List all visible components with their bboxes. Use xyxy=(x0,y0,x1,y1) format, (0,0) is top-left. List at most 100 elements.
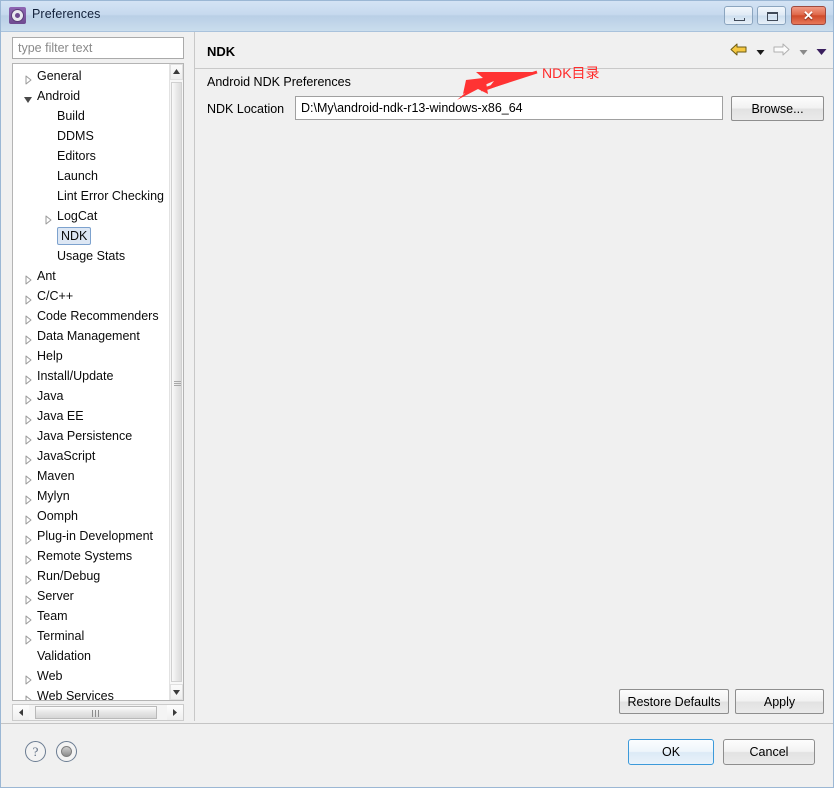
chevron-right-icon[interactable] xyxy=(23,311,33,326)
tree-item-web-services[interactable]: Web Services xyxy=(13,686,171,701)
shell-status-icon[interactable] xyxy=(56,741,77,762)
tree-item-install-update[interactable]: Install/Update xyxy=(13,366,171,386)
tree-item-label: Android xyxy=(37,89,81,103)
tree-item-label: LogCat xyxy=(57,209,98,223)
tree-item-ndk[interactable]: NDK xyxy=(13,226,171,246)
annotation-overlay: NDK目录 xyxy=(195,32,833,721)
tree-item-remote-systems[interactable]: Remote Systems xyxy=(13,546,171,566)
scroll-down-icon[interactable] xyxy=(170,684,183,700)
chevron-right-icon[interactable] xyxy=(23,471,33,486)
minimize-icon xyxy=(734,18,745,21)
cancel-button[interactable]: Cancel xyxy=(723,739,815,765)
chevron-right-icon[interactable] xyxy=(23,591,33,606)
chevron-right-icon[interactable] xyxy=(23,571,33,586)
chevron-right-icon[interactable] xyxy=(23,611,33,626)
tree-item-lint-error-checking[interactable]: Lint Error Checking xyxy=(13,186,171,206)
search-input[interactable] xyxy=(12,37,184,59)
window-title: Preferences xyxy=(32,7,101,21)
chevron-right-icon[interactable] xyxy=(23,531,33,546)
restore-defaults-button[interactable]: Restore Defaults xyxy=(619,689,729,714)
chevron-right-icon[interactable] xyxy=(23,431,33,446)
tree-item-java-persistence[interactable]: Java Persistence xyxy=(13,426,171,446)
chevron-right-icon[interactable] xyxy=(43,211,53,226)
tree-item-c-c[interactable]: C/C++ xyxy=(13,286,171,306)
minimize-button[interactable] xyxy=(724,6,753,25)
ok-button[interactable]: OK xyxy=(628,739,714,765)
tree-item-java-ee[interactable]: Java EE xyxy=(13,406,171,426)
chevron-right-icon[interactable] xyxy=(23,291,33,306)
tree-item-label: Help xyxy=(37,349,63,363)
tree-item-label: Launch xyxy=(57,169,99,183)
chevron-right-icon[interactable] xyxy=(23,71,33,86)
tree-item-maven[interactable]: Maven xyxy=(13,466,171,486)
chevron-right-icon[interactable] xyxy=(23,491,33,506)
scroll-left-icon[interactable] xyxy=(13,705,29,720)
tree-horizontal-scrollbar[interactable] xyxy=(12,704,184,721)
tree-item-terminal[interactable]: Terminal xyxy=(13,626,171,646)
tree-item-java[interactable]: Java xyxy=(13,386,171,406)
tree-vertical-scrollbar[interactable] xyxy=(169,64,183,700)
tree-item-label: Team xyxy=(37,609,68,623)
chevron-right-icon[interactable] xyxy=(23,451,33,466)
tree-item-label: Java xyxy=(37,389,64,403)
chevron-right-icon[interactable] xyxy=(23,671,33,686)
chevron-right-icon[interactable] xyxy=(23,391,33,406)
chevron-down-icon[interactable] xyxy=(23,91,33,106)
tree-item-editors[interactable]: Editors xyxy=(13,146,171,166)
forward-dropdown-icon[interactable] xyxy=(799,43,808,61)
tree-item-build[interactable]: Build xyxy=(13,106,171,126)
chevron-right-icon[interactable] xyxy=(23,411,33,426)
ndk-location-input[interactable] xyxy=(295,96,723,120)
tree-item-mylyn[interactable]: Mylyn xyxy=(13,486,171,506)
tree-item-code-recommenders[interactable]: Code Recommenders xyxy=(13,306,171,326)
tree-item-team[interactable]: Team xyxy=(13,606,171,626)
title-bar: Preferences ✕ xyxy=(1,1,833,32)
chevron-right-icon[interactable] xyxy=(23,351,33,366)
browse-button[interactable]: Browse... xyxy=(731,96,824,121)
tree-item-general[interactable]: General xyxy=(13,66,171,86)
chevron-right-icon[interactable] xyxy=(23,271,33,286)
close-button[interactable]: ✕ xyxy=(791,6,826,25)
chevron-right-icon[interactable] xyxy=(23,511,33,526)
tree-item-launch[interactable]: Launch xyxy=(13,166,171,186)
tree-item-logcat[interactable]: LogCat xyxy=(13,206,171,226)
chevron-right-icon[interactable] xyxy=(23,331,33,346)
back-arrow-icon[interactable] xyxy=(730,42,747,62)
tree-item-ant[interactable]: Ant xyxy=(13,266,171,286)
tree-item-label: Plug-in Development xyxy=(37,529,154,543)
scroll-right-icon[interactable] xyxy=(167,705,183,720)
tree-item-label: Server xyxy=(37,589,74,603)
chevron-right-icon[interactable] xyxy=(23,631,33,646)
question-mark-glyph: ? xyxy=(32,744,39,759)
tree-item-label: Remote Systems xyxy=(37,549,133,563)
tree-item-android[interactable]: Android xyxy=(13,86,171,106)
maximize-button[interactable] xyxy=(757,6,786,25)
horizontal-scrollbar-thumb[interactable] xyxy=(35,706,157,719)
tree-item-run-debug[interactable]: Run/Debug xyxy=(13,566,171,586)
chevron-right-icon[interactable] xyxy=(23,371,33,386)
scroll-up-icon[interactable] xyxy=(170,64,183,80)
tree-item-validation[interactable]: Validation xyxy=(13,646,171,666)
help-icon[interactable]: ? xyxy=(25,741,46,762)
tree-item-label: Web xyxy=(37,669,63,683)
back-dropdown-icon[interactable] xyxy=(756,43,765,61)
view-menu-dropdown-icon[interactable] xyxy=(816,43,827,61)
tree-item-oomph[interactable]: Oomph xyxy=(13,506,171,526)
tree-item-web[interactable]: Web xyxy=(13,666,171,686)
title-separator xyxy=(195,68,833,69)
tree-item-help[interactable]: Help xyxy=(13,346,171,366)
tree-item-label: Oomph xyxy=(37,509,78,523)
apply-button[interactable]: Apply xyxy=(735,689,824,714)
chevron-right-icon[interactable] xyxy=(23,551,33,566)
vertical-scrollbar-thumb[interactable] xyxy=(171,82,182,682)
tree-item-javascript[interactable]: JavaScript xyxy=(13,446,171,466)
tree-item-data-management[interactable]: Data Management xyxy=(13,326,171,346)
tree-item-label: Web Services xyxy=(37,689,114,701)
preference-tree[interactable]: General Android Build DDMS Editors Launch Lint… xyxy=(12,63,184,701)
tree-item-ddms[interactable]: DDMS xyxy=(13,126,171,146)
tree-item-label: Data Management xyxy=(37,329,140,343)
tree-item-server[interactable]: Server xyxy=(13,586,171,606)
tree-item-plug-in-development[interactable]: Plug-in Development xyxy=(13,526,171,546)
chevron-right-icon[interactable] xyxy=(23,691,33,700)
tree-item-usage-stats[interactable]: Usage Stats xyxy=(13,246,171,266)
